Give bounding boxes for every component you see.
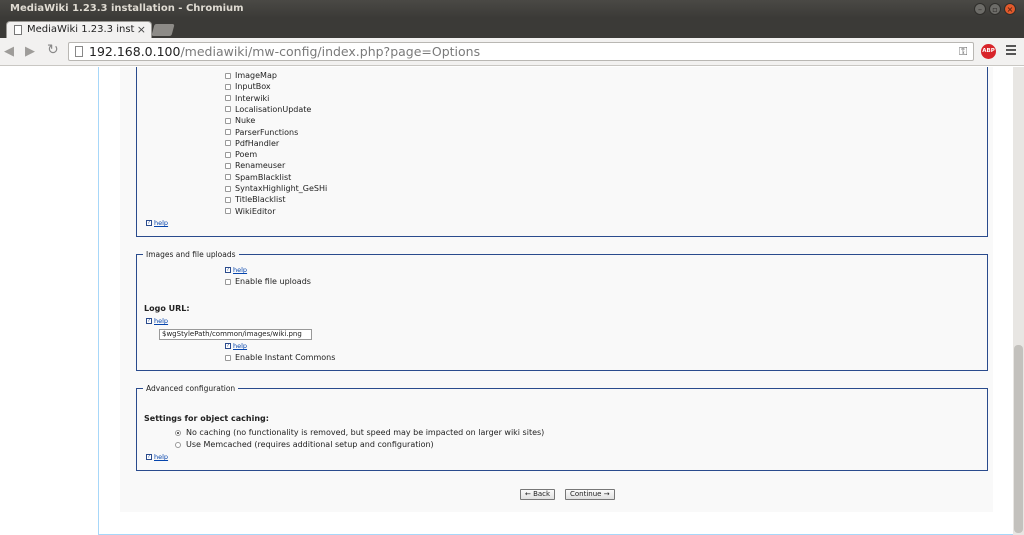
- logo-url-label: Logo URL:: [144, 304, 190, 313]
- continue-button[interactable]: Continue →: [565, 489, 615, 500]
- back-button[interactable]: ← Back: [520, 489, 556, 500]
- window-title: MediaWiki 1.23.3 installation - Chromium: [10, 3, 244, 14]
- extension-label: SyntaxHighlight_GeSHi: [235, 184, 328, 193]
- extension-checkbox[interactable]: Nuke: [225, 116, 255, 125]
- help-icon: ?: [225, 267, 231, 273]
- logo-help[interactable]: ? help: [146, 317, 168, 325]
- enable-uploads-checkbox[interactable]: Enable file uploads: [225, 277, 311, 286]
- extension-label: Interwiki: [235, 93, 270, 103]
- extension-label: TitleBlacklist: [235, 195, 286, 205]
- extension-label: Poem: [235, 150, 258, 160]
- extension-checkbox[interactable]: Interwiki: [225, 94, 269, 103]
- maximize-icon[interactable]: ▫: [989, 3, 1001, 15]
- page-icon: [14, 25, 22, 35]
- help-icon: ?: [146, 220, 152, 226]
- extension-checkbox[interactable]: WikiEditor: [225, 207, 276, 216]
- tab-strip: MediaWiki 1.23.3 inst ×: [0, 18, 1024, 38]
- extensions-help[interactable]: ? help: [146, 219, 168, 227]
- help-icon: ?: [225, 343, 231, 349]
- extension-checkbox[interactable]: ImageMap: [225, 71, 277, 80]
- close-icon[interactable]: ×: [1004, 3, 1016, 15]
- extension-label: PdfHandler: [235, 138, 280, 148]
- browser-tab[interactable]: MediaWiki 1.23.3 inst ×: [6, 21, 152, 38]
- page-viewport: ImageMap InputBox Interwiki LocalisationUpd…: [0, 67, 1013, 535]
- extension-checkbox[interactable]: ParserFunctions: [225, 128, 298, 137]
- extension-label: LocalisationUpdate: [235, 104, 312, 114]
- instant-commons-checkbox[interactable]: Enable Instant Commons: [225, 353, 335, 362]
- uploads-help[interactable]: ? help: [225, 266, 247, 274]
- no-caching-radio[interactable]: No caching (no functionality is removed,…: [175, 428, 544, 437]
- extension-checkbox[interactable]: LocalisationUpdate: [225, 105, 311, 114]
- address-bar[interactable]: 192.168.0.100/mediawiki/mw-config/index.…: [68, 42, 974, 61]
- extension-label: WikiEditor: [235, 206, 276, 216]
- reload-icon[interactable]: ↻: [47, 42, 59, 58]
- extension-checkbox[interactable]: Renameuser: [225, 161, 285, 170]
- caching-label: Settings for object caching:: [144, 414, 269, 423]
- tab-close-icon[interactable]: ×: [137, 23, 146, 36]
- extension-label: ParserFunctions: [235, 127, 299, 137]
- new-tab-button[interactable]: [151, 24, 175, 36]
- extension-checkbox[interactable]: Poem: [225, 150, 257, 159]
- browser-toolbar: ◀ ▶ ↻ 192.168.0.100/mediawiki/mw-config/…: [0, 38, 1024, 66]
- extension-checkbox[interactable]: SyntaxHighlight_GeSHi: [225, 184, 327, 193]
- extension-checkbox[interactable]: PdfHandler: [225, 139, 279, 148]
- memcached-radio[interactable]: Use Memcached (requires additional setup…: [175, 440, 434, 449]
- extension-label: Nuke: [235, 116, 256, 126]
- tab-label: MediaWiki 1.23.3 inst: [27, 24, 135, 35]
- extension-label: SpamBlacklist: [235, 172, 292, 182]
- url-text[interactable]: 192.168.0.100/mediawiki/mw-config/index.…: [89, 44, 480, 59]
- extension-checkbox[interactable]: InputBox: [225, 82, 271, 91]
- minimize-icon[interactable]: –: [974, 3, 986, 15]
- instant-commons-help[interactable]: ? help: [225, 342, 247, 350]
- forward-arrow-icon[interactable]: ▶: [25, 44, 35, 59]
- page-scrollbar[interactable]: [1013, 67, 1024, 535]
- images-legend: Images and file uploads: [146, 250, 236, 259]
- back-arrow-icon[interactable]: ◀: [4, 44, 14, 59]
- adblock-icon[interactable]: ABP: [981, 44, 996, 59]
- extension-label: InputBox: [235, 82, 271, 92]
- advanced-legend: Advanced configuration: [146, 384, 236, 393]
- help-icon: ?: [146, 318, 152, 324]
- page-icon: [75, 46, 83, 57]
- help-icon: ?: [146, 454, 152, 460]
- extension-label: ImageMap: [235, 71, 277, 80]
- scrollbar-thumb[interactable]: [1014, 345, 1023, 533]
- window-titlebar: MediaWiki 1.23.3 installation - Chromium…: [0, 0, 1024, 18]
- extension-checkbox[interactable]: TitleBlacklist: [225, 195, 286, 204]
- logo-url-input[interactable]: $wgStylePath/common/images/wiki.png: [159, 329, 312, 340]
- menu-icon[interactable]: [1006, 45, 1016, 57]
- extension-label: Renameuser: [235, 161, 286, 171]
- extension-checkbox[interactable]: SpamBlacklist: [225, 173, 291, 182]
- caching-help[interactable]: ? help: [146, 453, 168, 461]
- key-icon[interactable]: ⚿: [959, 45, 967, 59]
